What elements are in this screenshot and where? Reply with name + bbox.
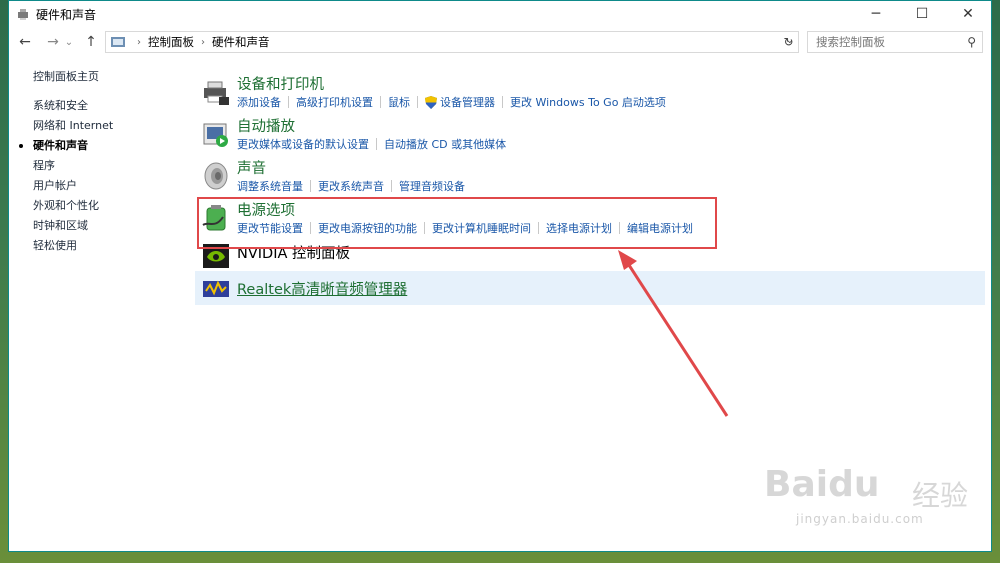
change-media-defaults-link[interactable]: 更改媒体或设备的默认设置 (237, 136, 369, 152)
autoplay-cd-link[interactable]: 自动播放 CD 或其他媒体 (384, 136, 506, 152)
link-divider (424, 222, 425, 234)
close-button[interactable]: ✕ (945, 1, 991, 27)
breadcrumb-separator-icon: › (201, 36, 205, 48)
breadcrumb-control-panel[interactable]: 控制面板 (148, 34, 194, 50)
link-divider (380, 96, 381, 108)
up-button[interactable]: ↑ (81, 34, 101, 50)
add-device-link[interactable]: 添加设备 (237, 94, 281, 110)
category-power-options: 电源选项 更改节能设置 更改电源按钮的功能 更改计算机睡眠时间 选择电源计划 编… (195, 197, 985, 239)
address-bar[interactable]: › 控制面板 › 硬件和声音 ⌄ (105, 31, 799, 53)
autoplay-icon (203, 123, 228, 147)
title-bar[interactable]: 硬件和声音 ─ ☐ ✕ (9, 1, 991, 27)
mouse-link[interactable]: 鼠标 (388, 94, 410, 110)
category-nvidia: NVIDIA 控制面板 (195, 239, 985, 271)
sound-links: 调整系统音量 更改系统声音 管理音频设备 (237, 178, 465, 194)
category-devices-printers: 设备和打印机 添加设备 高级打印机设置 鼠标 设备管理器 更改 Windows … (195, 71, 985, 113)
search-box[interactable]: ⚲ (807, 31, 983, 53)
link-divider (310, 222, 311, 234)
battery-plug-icon (202, 205, 226, 231)
category-autoplay: 自动播放 更改媒体或设备的默认设置 自动播放 CD 或其他媒体 (195, 113, 985, 155)
change-power-saving-link[interactable]: 更改节能设置 (237, 220, 303, 236)
sidebar-item-programs[interactable]: 程序 (9, 156, 189, 176)
link-divider (538, 222, 539, 234)
nvidia-title[interactable]: NVIDIA 控制面板 (237, 242, 350, 263)
sidebar-item-system-security[interactable]: 系统和安全 (9, 96, 189, 116)
sidebar-item-network[interactable]: 网络和 Internet (9, 116, 189, 136)
edit-power-plan-link[interactable]: 编辑电源计划 (627, 220, 693, 236)
sidebar-item-user-accounts[interactable]: 用户帐户 (9, 176, 189, 196)
sidebar: 控制面板主页 系统和安全 网络和 Internet 硬件和声音 程序 用户帐户 … (9, 67, 189, 256)
autoplay-links: 更改媒体或设备的默认设置 自动播放 CD 或其他媒体 (237, 136, 506, 152)
realtek-audio-icon (203, 280, 229, 297)
address-bar-row: ← → ⌄ ↑ › 控制面板 › 硬件和声音 ⌄ ↻ ⚲ (9, 27, 991, 57)
link-divider (376, 138, 377, 150)
category-list: 设备和打印机 添加设备 高级打印机设置 鼠标 设备管理器 更改 Windows … (195, 71, 985, 305)
link-divider (619, 222, 620, 234)
autoplay-title[interactable]: 自动播放 (237, 115, 295, 136)
maximize-button[interactable]: ☐ (899, 1, 945, 27)
sidebar-item-home[interactable]: 控制面板主页 (9, 67, 189, 87)
link-divider (310, 180, 311, 192)
link-divider (391, 180, 392, 192)
sidebar-item-clock-region[interactable]: 时钟和区域 (9, 216, 189, 236)
hardware-sound-icon (18, 9, 28, 20)
advanced-printer-link[interactable]: 高级打印机设置 (296, 94, 373, 110)
sidebar-item-hardware-sound[interactable]: 硬件和声音 (9, 136, 189, 156)
sound-title[interactable]: 声音 (237, 157, 266, 178)
speaker-icon (204, 162, 228, 190)
uac-shield-icon (425, 95, 437, 109)
adjust-volume-link[interactable]: 调整系统音量 (237, 178, 303, 194)
control-panel-icon (111, 37, 125, 47)
control-panel-window: 硬件和声音 ─ ☐ ✕ ← → ⌄ ↑ › 控制面板 › 硬件和声音 ⌄ ↻ ⚲… (8, 0, 992, 552)
sleep-time-link[interactable]: 更改计算机睡眠时间 (432, 220, 531, 236)
sidebar-item-appearance[interactable]: 外观和个性化 (9, 196, 189, 216)
sidebar-item-ease-of-access[interactable]: 轻松使用 (9, 236, 189, 256)
search-icon[interactable]: ⚲ (967, 35, 976, 49)
back-button[interactable]: ← (15, 34, 35, 50)
power-links: 更改节能设置 更改电源按钮的功能 更改计算机睡眠时间 选择电源计划 编辑电源计划 (237, 220, 693, 236)
change-sounds-link[interactable]: 更改系统声音 (318, 178, 384, 194)
manage-audio-devices-link[interactable]: 管理音频设备 (399, 178, 465, 194)
breadcrumb-separator-icon: › (137, 36, 141, 48)
category-realtek[interactable]: Realtek高清晰音频管理器 (195, 271, 985, 305)
search-input[interactable] (814, 34, 968, 50)
device-manager-link[interactable]: 设备管理器 (440, 94, 495, 110)
printer-icon (204, 81, 229, 105)
category-sound: 声音 调整系统音量 更改系统声音 管理音频设备 (195, 155, 985, 197)
window-title: 硬件和声音 (36, 7, 97, 22)
power-options-title[interactable]: 电源选项 (237, 199, 295, 220)
link-divider (417, 96, 418, 108)
devices-printers-title[interactable]: 设备和打印机 (237, 73, 324, 94)
forward-button[interactable]: → (43, 34, 63, 50)
link-divider (288, 96, 289, 108)
windows-to-go-link[interactable]: 更改 Windows To Go 启动选项 (510, 94, 666, 110)
refresh-button[interactable]: ↻ (779, 31, 799, 53)
minimize-button[interactable]: ─ (853, 1, 899, 27)
breadcrumb-hardware-sound[interactable]: 硬件和声音 (212, 34, 270, 50)
link-divider (502, 96, 503, 108)
power-button-function-link[interactable]: 更改电源按钮的功能 (318, 220, 417, 236)
realtek-title[interactable]: Realtek高清晰音频管理器 (237, 278, 407, 299)
choose-power-plan-link[interactable]: 选择电源计划 (546, 220, 612, 236)
devices-links: 添加设备 高级打印机设置 鼠标 设备管理器 更改 Windows To Go 启… (237, 94, 666, 110)
history-dropdown-icon[interactable]: ⌄ (63, 37, 75, 48)
nvidia-icon (203, 244, 229, 268)
